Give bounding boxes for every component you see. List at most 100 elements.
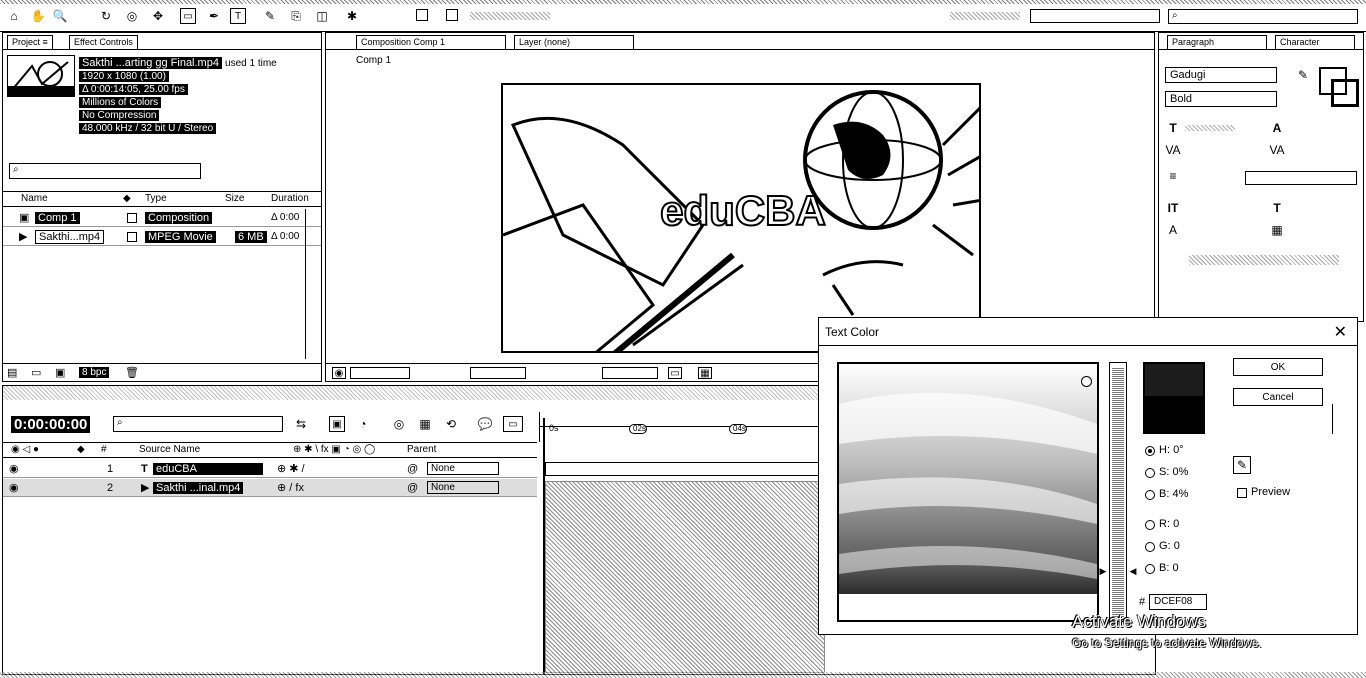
comp-canvas[interactable]: eduCBA [501,83,981,353]
table-row[interactable]: ◉ 1 T eduCBA ⊕ ✱ / @ None [3,460,537,478]
tab-composition[interactable]: Composition Comp 1 [356,35,506,49]
brightness-radio[interactable] [1145,490,1155,500]
column-name[interactable]: Name [21,193,48,204]
color-field[interactable] [837,362,1099,622]
timecode-button[interactable] [470,367,526,379]
stroke-color-swatch[interactable] [1331,79,1359,107]
camera-tool-icon[interactable]: ◎ [124,8,140,24]
magnification-dropdown[interactable] [350,367,410,379]
frame-blending-icon[interactable]: ◔ [355,416,371,432]
hue-slider[interactable] [1109,362,1127,622]
new-folder-icon[interactable]: ▭ [31,366,41,379]
rotate-tool-icon[interactable]: ↻ [98,8,114,24]
close-icon[interactable]: ✕ [1334,322,1347,342]
preview-checkbox[interactable] [1237,488,1247,498]
red-radio[interactable] [1145,520,1155,530]
snapping-checkbox[interactable] [446,9,458,21]
tab-character[interactable]: Character [1275,35,1355,49]
text-style-buttons[interactable] [1189,255,1339,265]
label-color-swatch[interactable] [127,231,137,242]
switch-icons: ⊕ / fx [277,482,304,494]
draft-3d-icon[interactable]: ▣ [329,416,345,432]
motion-blur-icon[interactable]: ◎ [391,416,407,432]
hand-tool-icon[interactable]: ✋ [30,8,46,24]
stroke-type-dropdown[interactable] [1245,171,1357,185]
shy-layers-icon[interactable]: ▦ [417,416,433,432]
render-queue-icon[interactable]: ▭ [503,416,523,432]
column-parent[interactable]: Parent [407,444,436,455]
type-tool-icon[interactable]: T [230,8,246,24]
comment-icon[interactable]: 💬 [477,416,493,432]
time-ruler-mark: 0s [549,423,559,433]
snapshot-icon[interactable]: ◉ [332,367,346,379]
old-color-swatch [1143,398,1205,434]
transparency-grid-icon[interactable]: ▦ [698,367,712,379]
new-composition-icon[interactable]: ▣ [55,366,65,379]
clone-stamp-icon[interactable]: ⎘ [288,8,304,24]
home-icon[interactable]: ⌂ [6,8,22,24]
brush-tool-icon[interactable]: ✎ [262,8,278,24]
column-type[interactable]: Type [145,193,167,204]
eye-icon[interactable]: ◉ [9,462,19,475]
hex-input[interactable]: DCEF08 [1149,594,1207,610]
column-source-name[interactable]: Source Name [139,444,200,455]
cancel-button[interactable]: Cancel [1233,388,1323,406]
list-item[interactable]: ▣ Comp 1 Composition Δ 0:00 [3,209,321,227]
hue-radio[interactable] [1145,446,1155,456]
timeline-search-input[interactable]: ⌕ [113,416,283,432]
comp-mini-flowchart-icon[interactable]: ⇆ [293,416,309,432]
font-style-dropdown[interactable]: Bold [1165,91,1277,107]
parent-dropdown[interactable]: None [427,481,499,494]
rectangle-tool-icon[interactable]: ▭ [180,8,196,24]
workspace-label[interactable] [950,12,1020,20]
label-icon: ◆ [123,193,131,204]
help-search-input[interactable]: ⌕ [1168,9,1358,24]
delete-icon[interactable]: 🗑 [125,366,139,379]
parent-pickwhip-icon[interactable]: @ [407,463,418,475]
eraser-tool-icon[interactable]: ◫ [314,8,330,24]
list-item[interactable]: ▶ Sakthi...mp4 MPEG Movie 6 MB Δ 0:00 [3,228,321,246]
dialog-eyedropper-icon[interactable]: ✎ [1233,456,1251,474]
label-color-swatch[interactable] [127,212,137,223]
column-size[interactable]: Size [225,193,244,204]
slider-arrow-left-icon[interactable]: ▶ [1099,566,1107,576]
tab-effect-controls[interactable]: Effect Controls [69,35,138,49]
bpc-button[interactable]: 8 bpc [79,367,110,378]
workspace-dropdown[interactable] [1030,9,1160,23]
comp-breadcrumb[interactable]: Comp 1 [356,55,391,66]
interpret-footage-icon[interactable]: ▤ [7,366,17,379]
ok-button[interactable]: OK [1233,358,1323,376]
dialog-titlebar[interactable]: Text Color ✕ [819,318,1357,346]
project-scrollbar[interactable] [305,209,319,359]
parent-pickwhip-icon[interactable]: @ [407,482,418,494]
saturation-radio[interactable] [1145,468,1155,478]
workspace-selector[interactable] [470,12,550,20]
column-duration[interactable]: Duration [271,193,309,204]
pen-tool-icon[interactable]: ✒ [206,8,222,24]
green-radio[interactable] [1145,542,1155,552]
tab-layer[interactable]: Layer (none) [514,35,634,49]
font-family-dropdown[interactable]: Gadugi [1165,67,1277,83]
graph-editor-icon[interactable]: ⟲ [443,416,459,432]
blue-radio[interactable] [1145,564,1155,574]
table-row[interactable]: ◉ 2 ▶ Sakthi ...inal.mp4 ⊕ / fx @ None [3,479,537,497]
roi-icon[interactable]: ▭ [668,367,682,379]
layer-1-track-bar[interactable] [545,462,825,476]
color-picker-cursor[interactable] [1081,376,1092,387]
tab-project[interactable]: Project ≡ [7,35,53,49]
eye-icon[interactable]: ◉ [9,481,19,494]
project-search-input[interactable]: ⌕ [9,163,201,179]
layer-2-track-bar[interactable] [545,481,825,673]
eyedropper-icon[interactable]: ✎ [1295,67,1311,83]
parent-dropdown[interactable]: None [427,462,499,475]
resolution-dropdown[interactable] [602,367,658,379]
timeline-timecode[interactable]: 0:00:00:00 [11,416,91,433]
puppet-tool-icon[interactable]: ✱ [344,8,360,24]
slider-arrow-right-icon[interactable]: ◀ [1129,566,1137,576]
tab-paragraph[interactable]: Paragraph [1167,35,1267,49]
align-checkbox[interactable] [416,9,428,21]
preview-label: Preview [1251,486,1291,498]
zoom-tool-icon[interactable]: 🔍 [52,8,68,24]
pan-behind-icon[interactable]: ✥ [150,8,166,24]
project-column-header: Name ◆ Type Size Duration [3,191,321,207]
